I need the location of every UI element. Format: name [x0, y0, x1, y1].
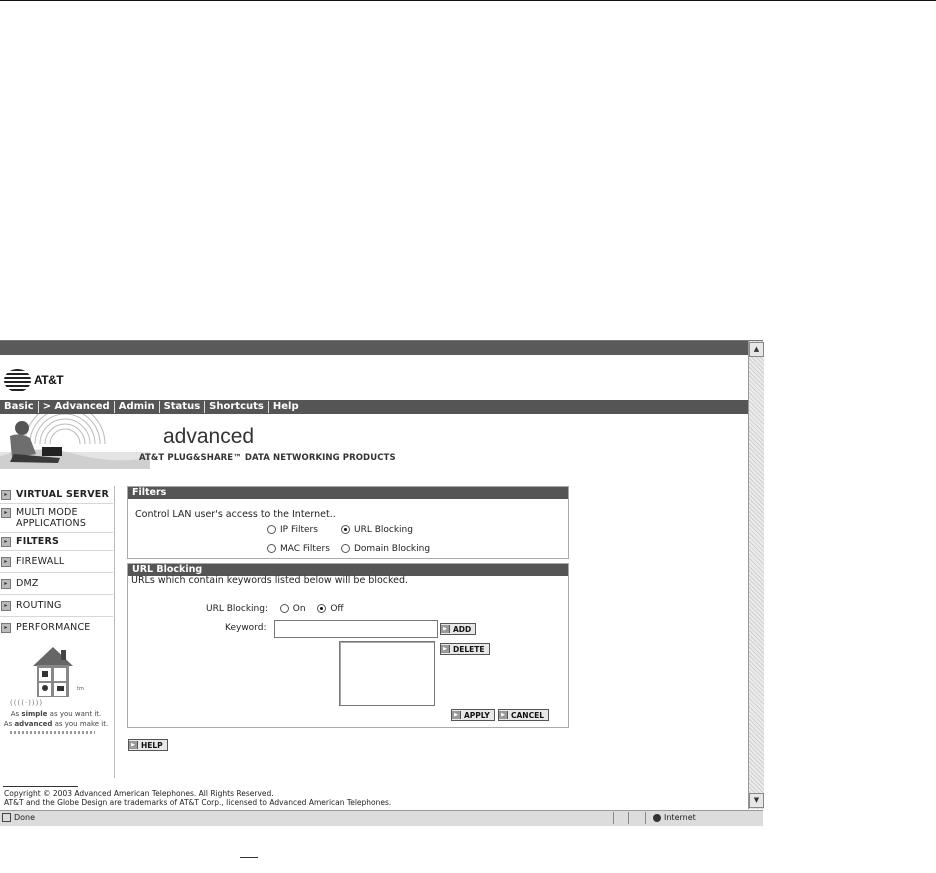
- arrow-icon: ▶: [499, 711, 508, 719]
- sidebar-item-label: PERFORMANCE: [16, 622, 91, 633]
- wireless-waves: ((((·)))): [10, 699, 44, 707]
- sidebar-item-routing[interactable]: ▸ ROUTING: [0, 595, 113, 617]
- sidebar-item-firewall[interactable]: ▸ FIREWALL: [0, 551, 113, 573]
- add-button[interactable]: ▶ ADD: [440, 623, 477, 635]
- nav-help[interactable]: Help: [269, 401, 303, 413]
- url-blocking-description: URLs which contain keywords listed below…: [131, 575, 409, 586]
- page-done-icon: [2, 813, 11, 822]
- sidebar-item-label: DMZ: [16, 578, 39, 589]
- status-text: Done: [2, 813, 35, 822]
- filters-description: Control LAN user's access to the Interne…: [135, 509, 336, 520]
- url-blocking-toggle-row: URL Blocking: On Off: [206, 604, 344, 614]
- status-separator: [645, 812, 646, 824]
- tagline-simple: As simple as you want it.: [10, 710, 102, 718]
- sidebar: ▸ VIRTUAL SERVER ▸ MULTI MODE APPLICATIO…: [0, 486, 113, 638]
- status-separator: [628, 812, 629, 824]
- url-blocking-panel: URL Blocking URLs which contain keywords…: [127, 563, 569, 728]
- copyright-text: Copyright © 2003 Advanced American Telep…: [4, 789, 274, 798]
- vertical-scrollbar[interactable]: ▲ ▼: [748, 341, 764, 809]
- radio-domain-blocking[interactable]: Domain Blocking: [341, 544, 430, 554]
- radio-mac-filters[interactable]: MAC Filters: [267, 544, 330, 554]
- house-network-icon: [30, 644, 76, 700]
- radio-url-blocking[interactable]: URL Blocking: [341, 525, 413, 535]
- arrow-bullet-icon: ▸: [1, 623, 11, 633]
- apply-button[interactable]: ▶ APPLY: [451, 709, 495, 721]
- url-blocking-label: URL Blocking:: [206, 604, 269, 614]
- scroll-up-arrow-icon[interactable]: ▲: [749, 342, 764, 357]
- sidebar-item-filters[interactable]: ▸ FILTERS: [0, 533, 113, 551]
- page-banner: advanced AT&T PLUG&SHARE™ DATA NETWORKIN…: [0, 414, 748, 472]
- keyword-label: Keyword:: [225, 623, 267, 633]
- arrow-bullet-icon: ▸: [1, 508, 11, 518]
- cancel-button[interactable]: ▶ CANCEL: [498, 709, 549, 721]
- banner-photo-woman-laptop: [0, 414, 150, 469]
- sidebar-item-virtual-server[interactable]: ▸ VIRTUAL SERVER: [0, 486, 113, 504]
- tagline-advanced: As advanced as you make it.: [3, 720, 109, 728]
- delete-button[interactable]: ▶ DELETE: [440, 643, 490, 655]
- radio-icon[interactable]: [267, 544, 276, 553]
- nav-advanced[interactable]: > Advanced: [39, 401, 115, 413]
- browser-status-bar: Done Internet: [0, 810, 763, 826]
- trademark-mark: tm: [77, 686, 84, 692]
- page-title: advanced: [163, 425, 255, 448]
- nav-admin[interactable]: Admin: [115, 401, 160, 413]
- top-navigation: Basic > Advanced Admin Status Shortcuts …: [0, 400, 748, 414]
- security-zone: Internet: [653, 813, 696, 822]
- footer-rule: [3, 786, 78, 787]
- dotted-divider: [10, 731, 95, 734]
- tagline: As simple as you want it. As advanced as…: [0, 709, 112, 729]
- sidebar-item-performance[interactable]: ▸ PERFORMANCE: [0, 617, 113, 638]
- stray-mark: [240, 857, 258, 858]
- internet-zone-icon: [653, 813, 661, 822]
- page-top-rule: [0, 0, 936, 1]
- radio-icon[interactable]: [267, 525, 276, 534]
- arrow-bullet-icon: ▸: [1, 601, 11, 611]
- arrow-bullet-icon: ▸: [1, 557, 11, 567]
- sidebar-item-label: FIREWALL: [16, 556, 65, 567]
- sidebar-item-dmz[interactable]: ▸ DMZ: [0, 573, 113, 595]
- radio-selected-icon[interactable]: [341, 525, 350, 534]
- browser-screenshot: ▲ ▼ AT&T Basic > Advanced Admin Status S…: [0, 340, 764, 828]
- radio-off[interactable]: Off: [317, 604, 344, 614]
- keyword-input[interactable]: [274, 620, 438, 638]
- sidebar-item-label: MULTI MODE APPLICATIONS: [16, 507, 87, 529]
- filters-header: Filters: [128, 487, 568, 499]
- att-globe-icon: [4, 368, 31, 392]
- arrow-icon: ▶: [129, 741, 138, 749]
- product-line-subtitle: AT&T PLUG&SHARE™ DATA NETWORKING PRODUCT…: [139, 453, 396, 463]
- radio-selected-icon[interactable]: [317, 604, 327, 613]
- radio-on[interactable]: On: [279, 604, 306, 614]
- browser-title-bar: [0, 341, 748, 355]
- sidebar-item-label: FILTERS: [16, 536, 60, 547]
- arrow-bullet-icon: ▸: [1, 579, 11, 589]
- radio-icon[interactable]: [279, 604, 289, 613]
- help-button[interactable]: ▶ HELP: [128, 739, 168, 751]
- nav-shortcuts[interactable]: Shortcuts: [205, 401, 269, 413]
- status-separator: [613, 812, 614, 824]
- att-logo-text: AT&T: [34, 373, 64, 387]
- sidebar-item-multi-mode-applications[interactable]: ▸ MULTI MODE APPLICATIONS: [0, 504, 113, 533]
- sidebar-item-label: VIRTUAL SERVER: [16, 489, 109, 500]
- arrow-bullet-icon: ▸: [1, 490, 11, 500]
- arrow-bullet-icon: ▸: [1, 537, 11, 547]
- keyword-list[interactable]: [339, 641, 435, 706]
- footer: Copyright © 2003 Advanced American Telep…: [4, 789, 391, 807]
- nav-status[interactable]: Status: [160, 401, 206, 413]
- arrow-icon: ▶: [441, 625, 450, 633]
- nav-basic[interactable]: Basic: [0, 401, 39, 413]
- att-logo: AT&T: [4, 368, 64, 392]
- arrow-icon: ▶: [452, 711, 461, 719]
- sidebar-divider: [114, 486, 115, 778]
- sidebar-item-label: ROUTING: [16, 600, 62, 611]
- filters-panel: Filters Control LAN user's access to the…: [127, 486, 569, 559]
- arrow-icon: ▶: [441, 645, 450, 653]
- radio-ip-filters[interactable]: IP Filters: [267, 525, 318, 535]
- trademark-text: AT&T and the Globe Design are trademarks…: [4, 798, 392, 807]
- radio-icon[interactable]: [341, 544, 350, 553]
- scroll-down-arrow-icon[interactable]: ▼: [749, 793, 764, 808]
